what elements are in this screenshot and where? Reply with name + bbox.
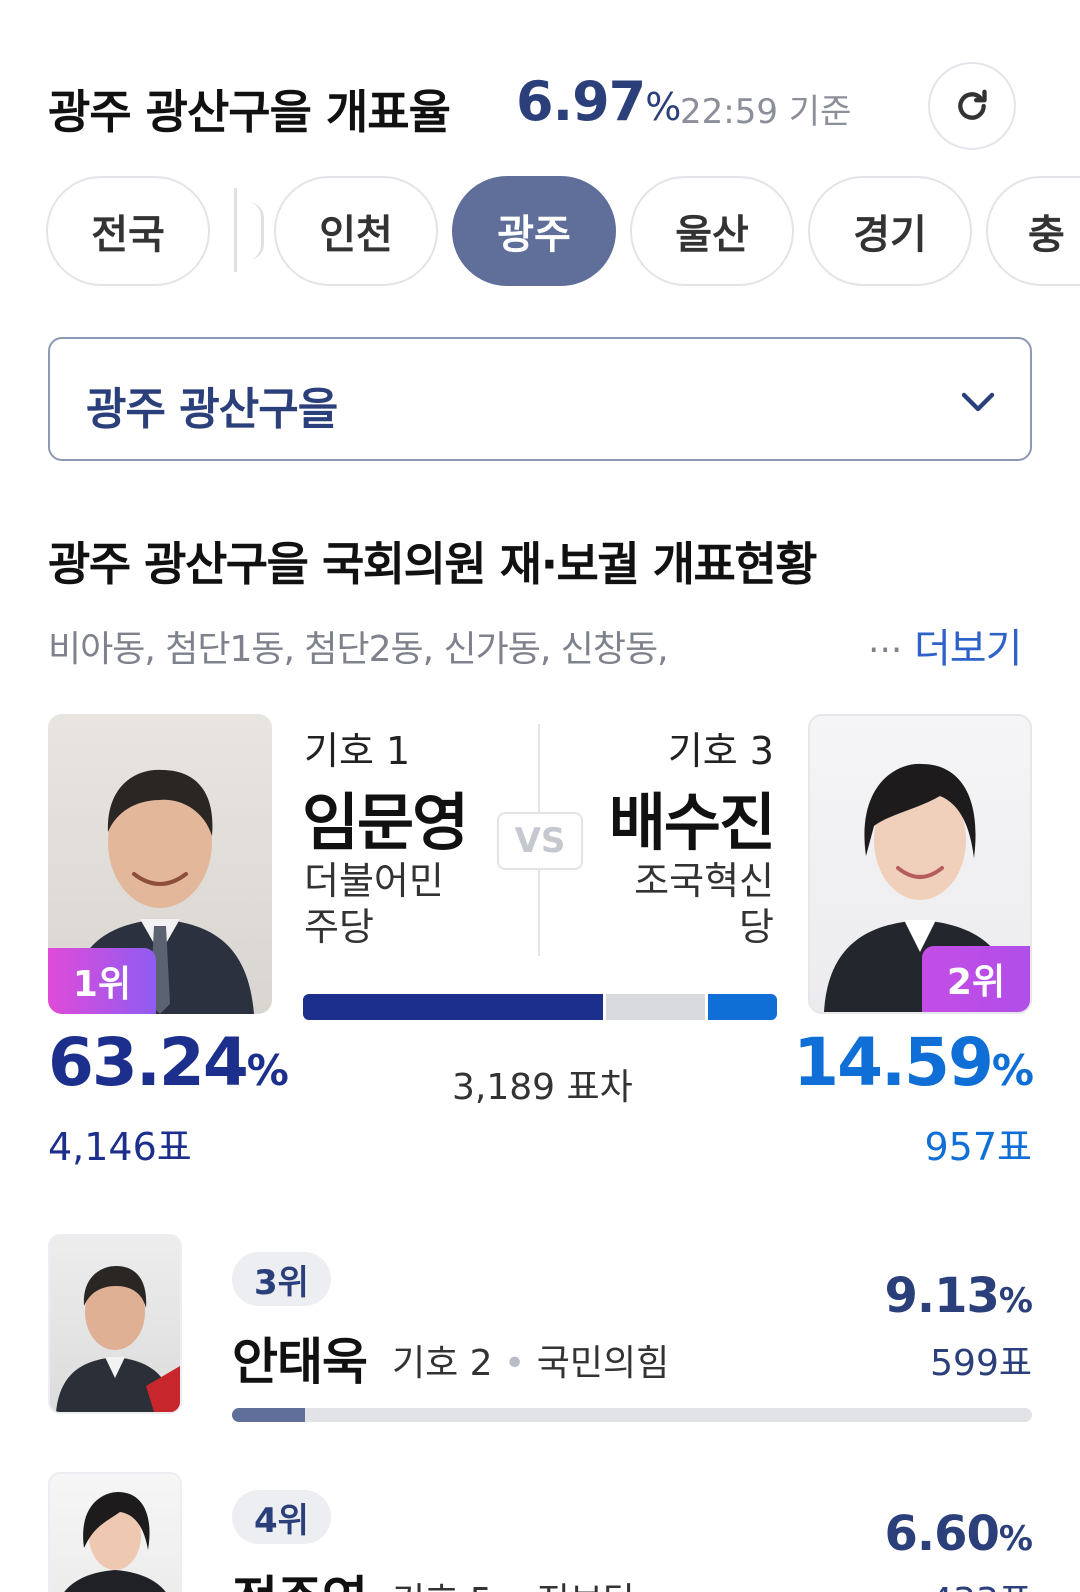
tab-divider [234,188,237,272]
dong-list: 비아동, 첨단1동, 첨단2동, 신가동, 신창동, [48,629,669,670]
candidate-1-votes: 4,146표 [48,1125,192,1169]
refresh-icon [958,89,987,120]
candidate-1-number: 기호 1 [304,729,411,773]
ellipsis: ... [868,620,903,661]
chevron-down-icon [961,392,995,412]
more-button[interactable]: 더보기 [914,616,1022,674]
candidate-2-percent-value: 14.59 [793,1024,994,1101]
candidate-1-party-line2: 주당 [304,905,374,949]
candidate-1-percent: 63.24% [48,1024,289,1101]
separator-dot: • [504,1581,525,1592]
vote-share-candidate-2 [708,994,777,1020]
candidate-2-name: 배수진 [608,786,776,859]
refresh-button[interactable] [928,62,1016,150]
update-timestamp: 22:59 기준 [680,92,852,132]
rank-badge-2: 2위 [922,946,1030,1012]
candidate-4-percent: 6.60% [884,1506,1033,1562]
scroll-hint [248,202,264,260]
tab-incheon[interactable]: 인천 [274,176,438,286]
candidate-2-party: 조국혁신 당 [604,858,774,950]
vs-badge: VS [497,812,583,870]
candidate-2-party-line1: 조국혁신 [634,859,774,903]
separator-dot: • [504,1343,526,1384]
candidate-4-name: 전주연 [232,1560,368,1592]
rank-badge-1: 1위 [48,948,156,1014]
candidate-4-number: 기호 5 [392,1581,493,1592]
candidate-2-percent-unit: % [991,1046,1034,1095]
vote-share-candidate-1 [303,994,603,1020]
district-select-value: 광주 광산구을 [86,384,338,435]
tab-ulsan[interactable]: 울산 [630,176,794,286]
candidate-2-percent: 14.59% [793,1024,1034,1101]
tab-jeonguk[interactable]: 전국 [46,176,210,286]
candidate-4-meta: 기호 5 • 진보당 [392,1572,636,1592]
candidate-4-votes: 433표 [930,1572,1032,1592]
candidate-3-share-bar [232,1408,1032,1422]
count-rate-unit: % [645,85,681,129]
candidate-3-photo [48,1234,182,1414]
vote-share-bar [303,994,777,1020]
candidate-3-percent-unit: % [998,1281,1033,1321]
vote-share-gap-1 [603,994,606,1020]
tab-gyeonggi[interactable]: 경기 [808,176,972,286]
candidate-3-portrait [56,1266,180,1412]
candidate-1-percent-unit: % [246,1046,289,1095]
candidate-3-number: 기호 2 [392,1343,493,1384]
candidate-2-photo: 2위 [808,714,1032,1014]
rank-badge-4: 4위 [232,1490,331,1544]
header: 광주 광산구을 개표율 6.97% 22:59 기준 [48,62,1028,152]
candidate-1-photo: 1위 [48,714,272,1014]
section-title: 광주 광산구을 국회의원 재·보궐 개표현황 [48,537,817,591]
candidate-3-party: 국민의힘 [536,1343,670,1384]
count-rate-value: 6.97 [516,70,646,133]
candidate-1-percent-value: 63.24 [48,1024,249,1101]
candidate-3-name: 안태욱 [232,1333,368,1391]
candidate-3-share-fill [232,1408,306,1422]
tab-gwangju[interactable]: 광주 [452,176,616,286]
candidate-2-party-line2: 당 [739,905,774,949]
candidate-3-votes: 599표 [930,1343,1032,1384]
rank-badge-3: 3위 [232,1252,331,1306]
tab-chung[interactable]: 충 [986,176,1080,286]
page-title: 광주 광산구을 개표율 [48,85,451,139]
candidate-3-percent: 9.13% [884,1268,1033,1324]
district-select[interactable]: 광주 광산구을 [48,337,1032,461]
candidate-2-votes: 957표 [924,1125,1033,1169]
candidate-1-name: 임문영 [302,786,469,859]
candidate-4-percent-value: 6.60 [884,1506,999,1562]
vote-difference: 3,189 표차 [452,1067,633,1108]
candidate-3-percent-value: 9.13 [884,1268,999,1324]
candidate-4-portrait [64,1492,166,1592]
candidate-2-number: 기호 3 [667,729,774,773]
candidate-4-percent-unit: % [998,1519,1033,1559]
candidate-1-party-line1: 더불어민 [304,859,444,903]
candidate-3-meta: 기호 2 • 국민의힘 [392,1334,669,1386]
candidate-4-party: 진보당 [537,1581,636,1592]
region-tabs: 전국 인천 광주 울산 경기 충 [0,176,1080,288]
count-rate: 6.97% [516,70,681,133]
candidate-4-photo [48,1472,182,1592]
candidate-1-party: 더불어민 주당 [304,858,474,950]
